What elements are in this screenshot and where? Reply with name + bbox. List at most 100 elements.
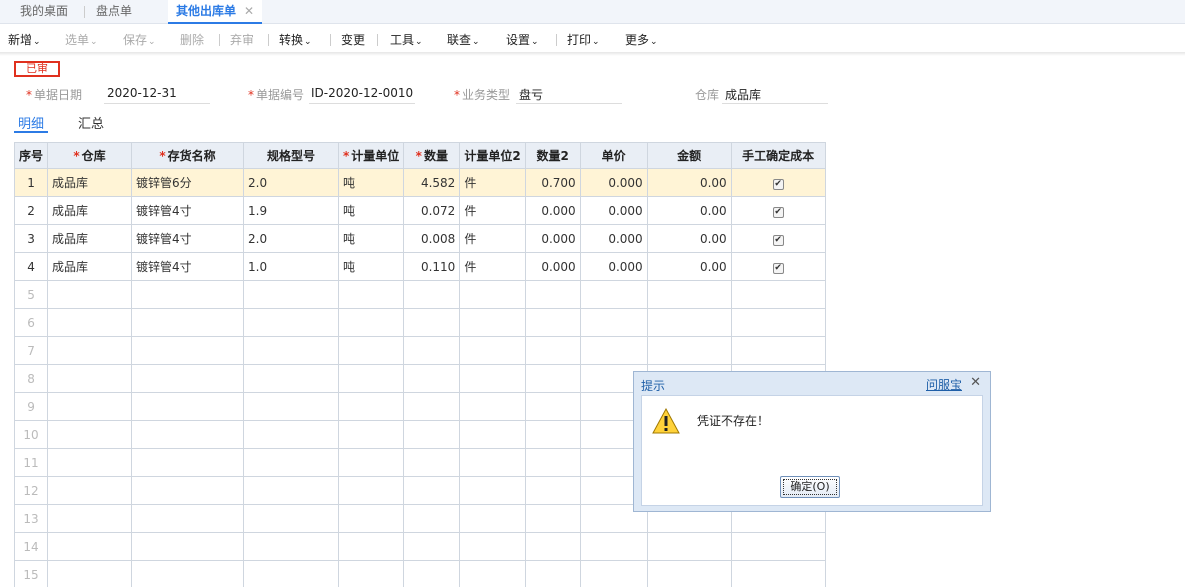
subtab-detail[interactable]: 明细 [18, 113, 44, 132]
table-row[interactable]: 2 成品库 镀锌管4寸 1.9 吨 0.072 件 0.000 0.000 0.… [13, 196, 826, 225]
cell-amount[interactable]: 0.00 [646, 252, 732, 281]
cell-warehouse[interactable]: 成品库 [47, 252, 133, 281]
empty-cell[interactable] [524, 280, 581, 309]
col-header-unit2[interactable]: 计量单位2 [459, 142, 526, 169]
empty-cell[interactable] [403, 392, 461, 421]
empty-cell[interactable] [47, 476, 133, 505]
empty-cell[interactable] [646, 560, 732, 587]
empty-cell[interactable] [403, 280, 461, 309]
empty-cell[interactable] [524, 308, 581, 337]
new-button[interactable]: 新增⌄ [8, 31, 41, 48]
empty-cell[interactable] [579, 532, 648, 561]
empty-cell[interactable] [524, 364, 581, 393]
cell-unit[interactable]: 吨 [338, 196, 405, 225]
cell-quantity2[interactable]: 0.000 [524, 196, 581, 225]
empty-cell[interactable] [579, 308, 648, 337]
empty-cell[interactable] [459, 476, 526, 505]
empty-cell[interactable] [459, 532, 526, 561]
empty-cell[interactable] [646, 336, 732, 365]
empty-cell[interactable] [338, 280, 405, 309]
dialog-help-link[interactable]: 问服宝 [926, 376, 962, 393]
empty-cell[interactable] [730, 280, 826, 309]
cell-quantity[interactable]: 0.072 [403, 196, 461, 225]
empty-cell[interactable] [459, 420, 526, 449]
convert-button[interactable]: 转换⌄ [279, 31, 312, 48]
cell-warehouse[interactable]: 成品库 [47, 168, 133, 197]
empty-cell[interactable] [730, 560, 826, 587]
cell-price[interactable]: 0.000 [579, 196, 648, 225]
select-button[interactable]: 选单⌄ [65, 31, 98, 48]
cell-quantity2[interactable]: 0.000 [524, 224, 581, 253]
cell-price[interactable]: 0.000 [579, 224, 648, 253]
cell-quantity[interactable]: 0.110 [403, 252, 461, 281]
empty-cell[interactable] [243, 308, 340, 337]
empty-cell[interactable] [403, 532, 461, 561]
empty-cell[interactable] [338, 420, 405, 449]
empty-cell[interactable] [403, 476, 461, 505]
empty-cell[interactable] [131, 560, 245, 587]
close-icon[interactable]: ✕ [970, 375, 981, 390]
col-header-index[interactable]: 序号 [13, 142, 49, 169]
empty-cell[interactable] [47, 532, 133, 561]
col-header-manual-cost[interactable]: 手工确定成本 [730, 142, 826, 169]
col-header-quantity2[interactable]: 数量2 [524, 142, 581, 169]
cell-spec[interactable]: 1.0 [243, 252, 340, 281]
empty-cell[interactable] [243, 504, 340, 533]
empty-cell[interactable] [730, 336, 826, 365]
col-header-item-name[interactable]: * 存货名称 [131, 142, 245, 169]
manual-cost-checkbox[interactable]: ✔ [772, 207, 784, 218]
empty-cell[interactable] [243, 280, 340, 309]
empty-cell[interactable] [47, 560, 133, 587]
empty-cell[interactable] [243, 336, 340, 365]
empty-cell[interactable] [403, 308, 461, 337]
tab-other-outbound[interactable]: 其他出库单 ✕ [168, 0, 263, 24]
empty-cell[interactable] [338, 504, 405, 533]
empty-cell[interactable] [730, 308, 826, 337]
ok-button[interactable]: 确定(O) [780, 476, 840, 498]
empty-cell[interactable] [47, 504, 133, 533]
empty-cell[interactable] [646, 532, 732, 561]
empty-cell[interactable] [459, 392, 526, 421]
col-header-quantity[interactable]: * 数量 [403, 142, 461, 169]
empty-cell[interactable] [47, 448, 133, 477]
col-header-amount[interactable]: 金额 [646, 142, 732, 169]
settings-button[interactable]: 设置⌄ [506, 31, 539, 48]
subtab-summary[interactable]: 汇总 [78, 113, 104, 132]
close-icon[interactable]: ✕ [244, 4, 254, 18]
save-button[interactable]: 保存⌄ [123, 31, 156, 48]
cell-spec[interactable]: 2.0 [243, 224, 340, 253]
empty-cell[interactable] [131, 476, 245, 505]
table-row[interactable]: 1 成品库 镀锌管6分 2.0 吨 4.582 件 0.700 0.000 0.… [13, 168, 826, 197]
empty-cell[interactable] [338, 532, 405, 561]
empty-cell[interactable] [524, 504, 581, 533]
empty-cell[interactable] [403, 336, 461, 365]
empty-cell[interactable] [47, 308, 133, 337]
discard-button[interactable]: 弃审 [230, 31, 254, 48]
tab-stocktake[interactable]: 盘点单 [96, 0, 132, 24]
empty-cell[interactable] [524, 560, 581, 587]
table-row[interactable]: 15 [13, 560, 826, 587]
empty-cell[interactable] [524, 448, 581, 477]
warehouse-field[interactable]: 成品库 [725, 86, 761, 103]
cell-unit[interactable]: 吨 [338, 168, 405, 197]
cell-quantity2[interactable]: 0.700 [524, 168, 581, 197]
empty-cell[interactable] [579, 560, 648, 587]
empty-cell[interactable] [131, 392, 245, 421]
type-field[interactable]: 盘亏 [519, 86, 543, 103]
empty-cell[interactable] [524, 336, 581, 365]
tab-my-desktop[interactable]: 我的桌面 [20, 0, 68, 24]
empty-cell[interactable] [459, 280, 526, 309]
manual-cost-checkbox[interactable]: ✔ [772, 263, 784, 274]
tools-button[interactable]: 工具⌄ [390, 31, 423, 48]
empty-cell[interactable] [524, 392, 581, 421]
query-button[interactable]: 联查⌄ [447, 31, 480, 48]
empty-cell[interactable] [338, 364, 405, 393]
cell-item-name[interactable]: 镀锌管4寸 [131, 224, 245, 253]
table-row[interactable]: 5 [13, 280, 826, 309]
change-button[interactable]: 变更 [341, 31, 365, 48]
cell-price[interactable]: 0.000 [579, 168, 648, 197]
empty-cell[interactable] [338, 560, 405, 587]
empty-cell[interactable] [403, 420, 461, 449]
empty-cell[interactable] [579, 280, 648, 309]
table-row[interactable]: 6 [13, 308, 826, 337]
